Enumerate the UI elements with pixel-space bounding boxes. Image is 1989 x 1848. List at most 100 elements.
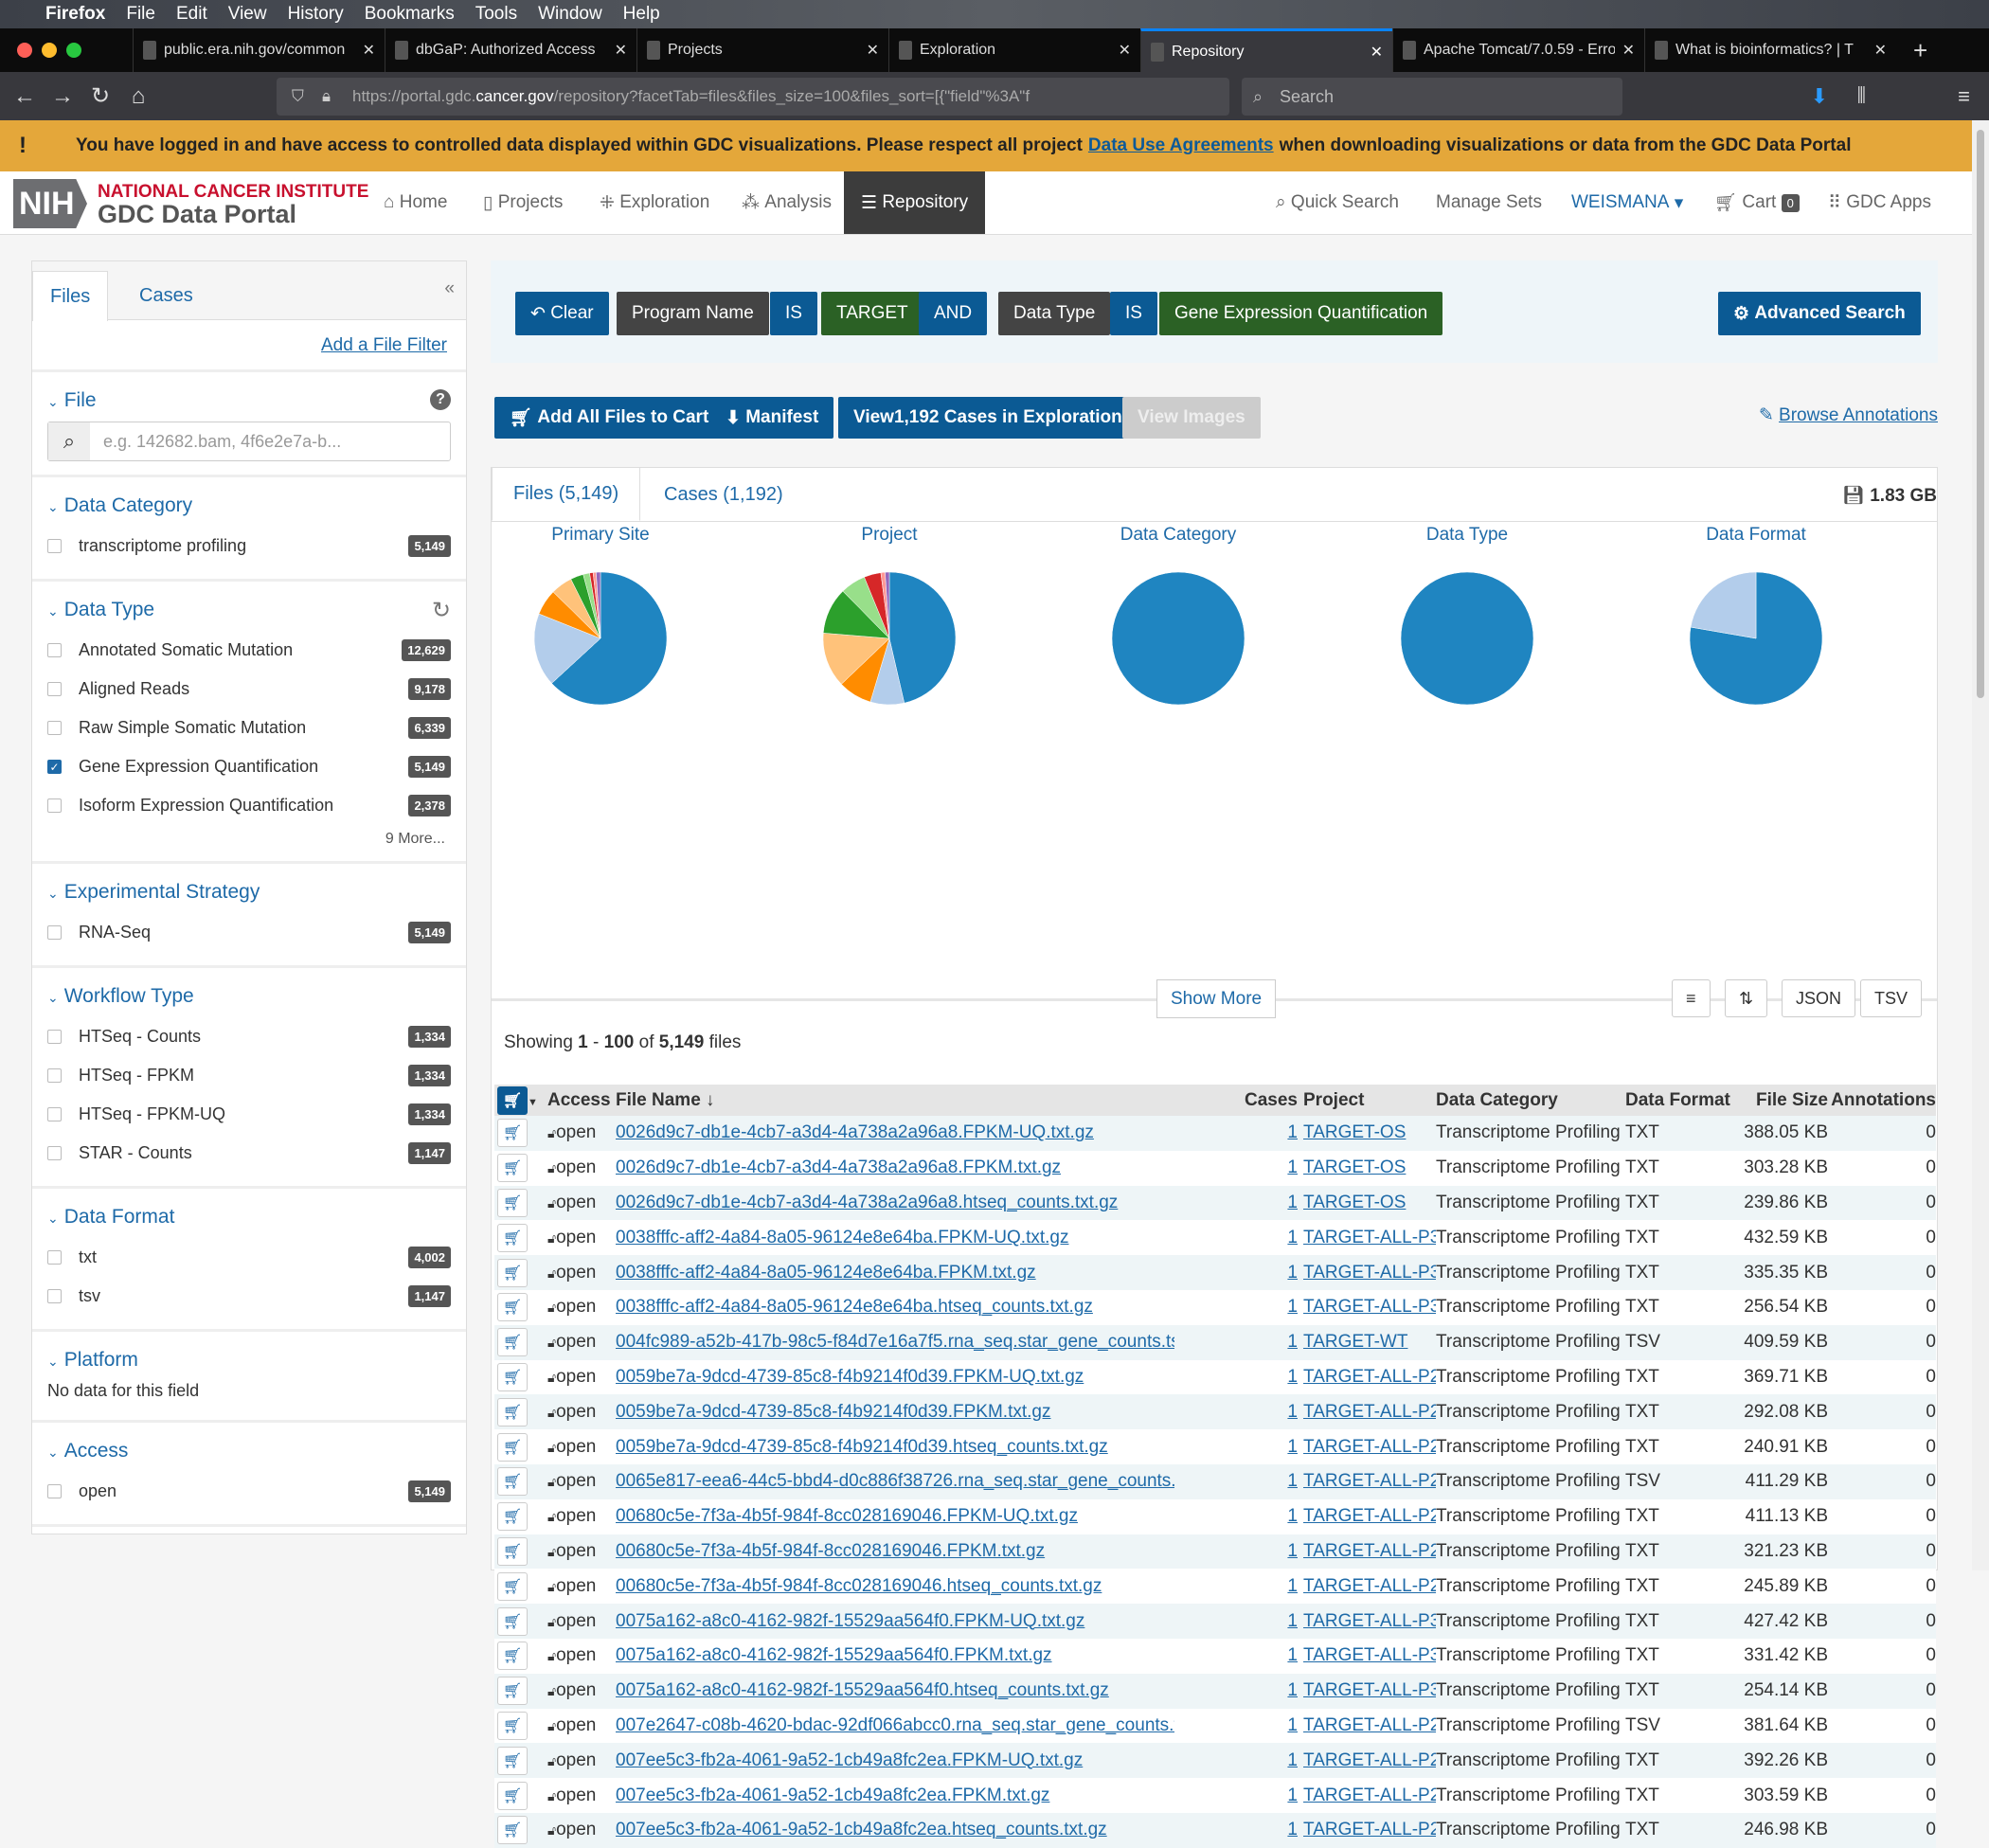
add-to-cart-button[interactable]: 🛒︎ (497, 1816, 528, 1845)
tab-cases[interactable]: Cases (1,192) (643, 468, 804, 522)
checkbox[interactable] (47, 539, 62, 553)
pie-title[interactable]: Data Type (1372, 525, 1562, 546)
facet-header[interactable]: ⌄ Data Type (47, 599, 451, 621)
col-access[interactable]: Access (547, 1085, 616, 1116)
zoom-window-button[interactable] (66, 43, 81, 58)
add-to-cart-button[interactable]: 🛒︎ (497, 1188, 528, 1217)
project-link[interactable]: TARGET-ALL-P3 (1303, 1297, 1436, 1317)
export-json-button[interactable]: JSON (1782, 979, 1856, 1017)
cases-link[interactable]: 1 (1287, 1680, 1298, 1700)
file-name-link[interactable]: 007ee5c3-fb2a-4061-9a52-1cb49a8fc2ea.FPK… (616, 1750, 1083, 1770)
project-link[interactable]: TARGET-ALL-P2 (1303, 1506, 1436, 1526)
add-to-cart-button[interactable]: 🛒︎ (497, 1397, 528, 1426)
query-token[interactable]: Gene Expression Quantification (1159, 292, 1443, 335)
file-name-link[interactable]: 00680c5e-7f3a-4b5f-984f-8cc028169046.FPK… (616, 1541, 1045, 1561)
facet-option[interactable]: open 5,149 (47, 1472, 451, 1511)
cases-link[interactable]: 1 (1287, 1157, 1298, 1177)
forward-button[interactable]: → (44, 83, 81, 110)
col-annotations[interactable]: Annotations (1828, 1085, 1936, 1116)
query-token[interactable]: AND (919, 292, 988, 335)
file-name-link[interactable]: 00680c5e-7f3a-4b5f-984f-8cc028169046.hts… (616, 1576, 1102, 1596)
user-menu[interactable]: WEISMANA ▾ (1571, 171, 1683, 234)
address-bar[interactable]: ⛉ 🔒︎ https://portal.gdc. cancer.gov/repos… (277, 78, 1229, 116)
close-window-button[interactable] (17, 43, 32, 58)
add-to-cart-button[interactable]: 🛒︎ (497, 1711, 528, 1740)
col-data-format[interactable]: Data Format (1625, 1085, 1743, 1116)
query-token[interactable]: TARGET (821, 292, 923, 335)
cases-link[interactable]: 1 (1287, 1367, 1298, 1387)
nav-exploration[interactable]: ⁜ Exploration (600, 171, 709, 234)
file-name-link[interactable]: 007e2647-c08b-4620-bdac-92df066abcc0.rna… (616, 1715, 1174, 1735)
file-name-link[interactable]: 007ee5c3-fb2a-4061-9a52-1cb49a8fc2ea.FPK… (616, 1785, 1049, 1805)
menu-app[interactable]: Firefox (45, 4, 105, 25)
facet-option[interactable]: Isoform Expression Quantification 2,378 (47, 786, 451, 825)
hamburger-menu-icon[interactable]: ≡ (1958, 84, 1970, 109)
minimize-window-button[interactable] (42, 43, 57, 58)
cases-link[interactable]: 1 (1287, 1122, 1298, 1142)
add-to-cart-button[interactable]: 🛒︎ (497, 1223, 528, 1252)
project-link[interactable]: TARGET-ALL-P2 (1303, 1785, 1436, 1805)
new-tab-button[interactable]: + (1896, 28, 1944, 72)
nav-analysis[interactable]: ⁂ Analysis (742, 171, 832, 234)
sidebar-tab-cases[interactable]: Cases (122, 271, 210, 321)
project-link[interactable]: TARGET-ALL-P2 (1303, 1750, 1436, 1770)
page-scrollbar[interactable] (1972, 120, 1989, 1570)
collapse-sidebar-button[interactable]: « (444, 278, 455, 299)
browser-tab[interactable]: What is bioinformatics? | T ✕ (1644, 28, 1896, 72)
project-link[interactable]: TARGET-WT (1303, 1332, 1407, 1352)
facet-option[interactable]: tsv 1,147 (47, 1277, 451, 1316)
facet-option[interactable]: transcriptome profiling 5,149 (47, 527, 451, 565)
cases-link[interactable]: 1 (1287, 1437, 1298, 1457)
browser-tab[interactable]: dbGaP: Authorized Access ✕ (385, 28, 636, 72)
file-name-link[interactable]: 0075a162-a8c0-4162-982f-15529aa564f0.FPK… (616, 1611, 1084, 1631)
browser-tab[interactable]: Apache Tomcat/7.0.59 - Error re ✕ (1392, 28, 1644, 72)
nav-projects[interactable]: ▯ Projects (483, 171, 563, 234)
project-link[interactable]: TARGET-ALL-P2 (1303, 1437, 1436, 1457)
file-name-link[interactable]: 0059be7a-9dcd-4739-85c8-f4b9214f0d39.hts… (616, 1437, 1108, 1457)
add-to-cart-button[interactable]: 🛒︎ (497, 1154, 528, 1183)
checkbox[interactable] (47, 721, 62, 735)
file-name-link[interactable]: 0038fffc-aff2-4a84-8a05-96124e8e64ba.FPK… (616, 1263, 1036, 1283)
scrollbar-thumb[interactable] (1977, 130, 1984, 698)
checkbox[interactable]: ✓ (47, 760, 62, 774)
facet-option[interactable]: HTSeq - FPKM-UQ 1,334 (47, 1095, 451, 1134)
file-name-link[interactable]: 007ee5c3-fb2a-4061-9a52-1cb49a8fc2ea.hts… (616, 1820, 1107, 1839)
facet-option[interactable]: HTSeq - Counts 1,334 (47, 1017, 451, 1056)
add-to-cart-button[interactable]: 🛒︎ (497, 1362, 528, 1391)
file-name-link[interactable]: 0026d9c7-db1e-4cb7-a3d4-4a738a2a96a8.FPK… (616, 1157, 1061, 1177)
project-link[interactable]: TARGET-OS (1303, 1122, 1406, 1142)
downloads-icon[interactable]: ⬇ (1811, 84, 1828, 109)
file-name-link[interactable]: 0075a162-a8c0-4162-982f-15529aa564f0.FPK… (616, 1645, 1052, 1665)
checkbox[interactable] (47, 682, 62, 696)
col-cases[interactable]: Cases (1174, 1085, 1298, 1116)
menu-file[interactable]: File (126, 4, 155, 25)
checkbox[interactable] (47, 1107, 62, 1121)
add-to-cart-button[interactable]: 🛒︎ (497, 1258, 528, 1287)
help-icon[interactable]: ? (430, 389, 451, 410)
project-link[interactable]: TARGET-ALL-P2 (1303, 1471, 1436, 1491)
pie-slice[interactable] (1111, 571, 1245, 706)
col-file-name[interactable]: File Name ↓ (616, 1085, 1174, 1116)
gdc-apps-menu[interactable]: ⠿ GDC Apps (1828, 171, 1931, 234)
project-link[interactable]: TARGET-ALL-P2 (1303, 1820, 1436, 1839)
project-link[interactable]: TARGET-ALL-P2 (1303, 1576, 1436, 1596)
reset-icon[interactable]: ↻ (432, 597, 451, 624)
home-button[interactable]: ⌂ (119, 83, 157, 110)
nih-logo[interactable]: NIH (13, 179, 87, 228)
project-link[interactable]: TARGET-ALL-P2 (1303, 1541, 1436, 1561)
file-name-link[interactable]: 0038fffc-aff2-4a84-8a05-96124e8e64ba.hts… (616, 1297, 1093, 1317)
sort-menu-button[interactable]: ⇅ (1725, 979, 1768, 1017)
cases-link[interactable]: 1 (1287, 1263, 1298, 1283)
pie-title[interactable]: Primary Site (506, 525, 695, 546)
close-tab-icon[interactable]: ✕ (363, 41, 375, 60)
facet-option[interactable]: Aligned Reads 9,178 (47, 670, 451, 709)
checkbox[interactable] (47, 1484, 62, 1498)
facet-option[interactable]: HTSeq - FPKM 1,334 (47, 1056, 451, 1095)
nav-repository[interactable]: ☰ Repository (844, 171, 986, 234)
show-more-button[interactable]: Show More (1156, 979, 1277, 1018)
facet-option[interactable]: ✓ Gene Expression Quantification 5,149 (47, 747, 451, 786)
add-to-cart-button[interactable]: 🛒︎ (497, 1536, 528, 1566)
file-name-link[interactable]: 00680c5e-7f3a-4b5f-984f-8cc028169046.FPK… (616, 1506, 1078, 1526)
add-to-cart-button[interactable]: 🛒︎ (497, 1677, 528, 1706)
cart-link[interactable]: 🛒︎ Cart 0 (1714, 171, 1800, 234)
